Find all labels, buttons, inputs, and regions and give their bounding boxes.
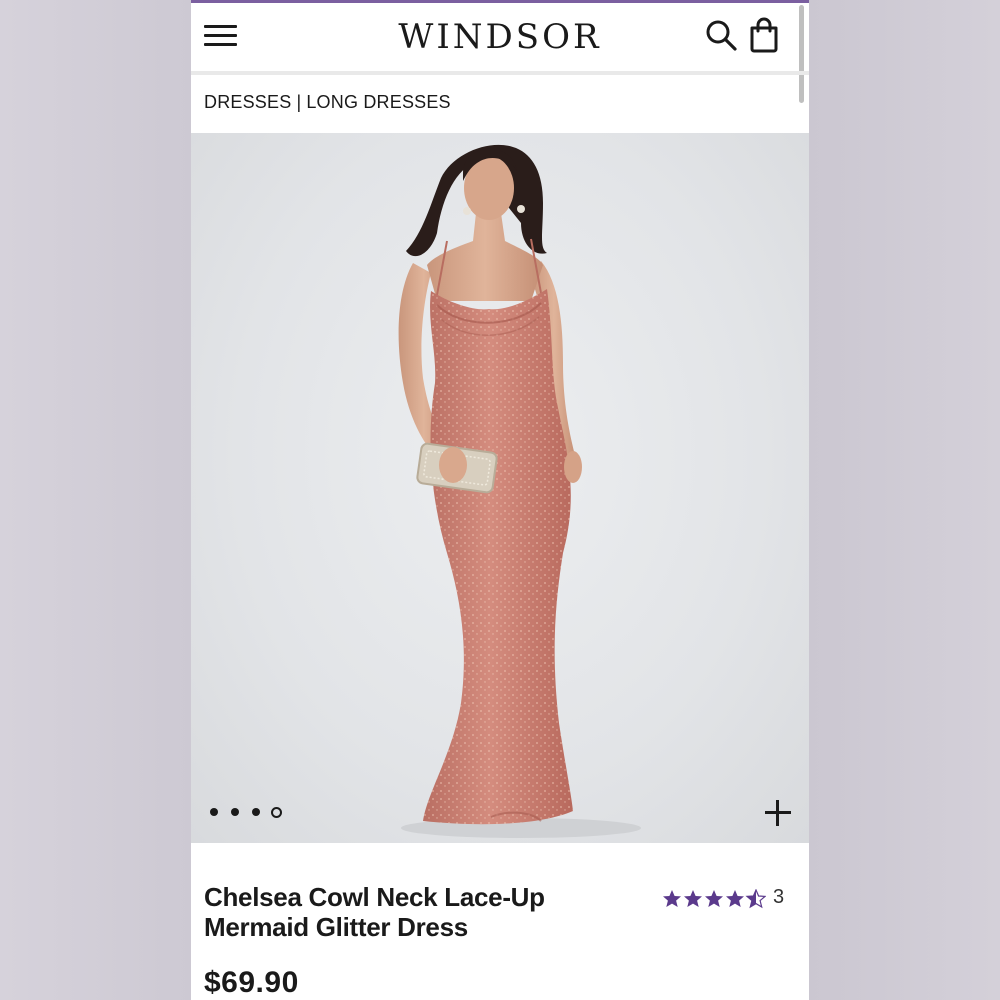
- search-icon[interactable]: [704, 18, 738, 52]
- breadcrumb-dresses[interactable]: DRESSES: [204, 92, 291, 112]
- header-divider: [191, 71, 809, 75]
- product-photo: [398, 144, 641, 838]
- carousel-dot-4-active[interactable]: [271, 807, 282, 818]
- carousel-dot-1[interactable]: [210, 808, 218, 816]
- star-icon-2: [684, 890, 702, 907]
- phone-screen: WINDSOR DRESSES | LONG DRESSES Chelsea C…: [191, 0, 809, 1000]
- review-count[interactable]: 3: [773, 886, 784, 909]
- star-icon-1: [663, 890, 681, 907]
- backdrop-right: [809, 0, 1000, 1000]
- product-title: Chelsea Cowl Neck Lace-Up Mermaid Glitte…: [204, 882, 624, 942]
- site-header: WINDSOR: [191, 3, 809, 71]
- half-star-icon: [746, 889, 766, 908]
- page-scrollbar[interactable]: [799, 5, 804, 103]
- breadcrumb-separator: |: [296, 92, 302, 112]
- backdrop-left: [0, 0, 191, 1000]
- product-title-line-2: Mermaid Glitter Dress: [204, 912, 468, 942]
- product-price: $69.90: [204, 966, 299, 999]
- breadcrumb: DRESSES | LONG DRESSES: [204, 92, 451, 113]
- product-image-carousel[interactable]: [191, 133, 809, 843]
- breadcrumb-long-dresses[interactable]: LONG DRESSES: [306, 92, 450, 112]
- rating-stars: [663, 889, 766, 908]
- carousel-dot-3[interactable]: [252, 808, 260, 816]
- product-title-line-1: Chelsea Cowl Neck Lace-Up: [204, 882, 545, 912]
- shopping-bag-icon[interactable]: [747, 17, 781, 53]
- plus-icon[interactable]: [764, 799, 792, 827]
- star-icon-4: [726, 890, 744, 907]
- star-icon-3: [705, 890, 723, 907]
- carousel-dot-2[interactable]: [231, 808, 239, 816]
